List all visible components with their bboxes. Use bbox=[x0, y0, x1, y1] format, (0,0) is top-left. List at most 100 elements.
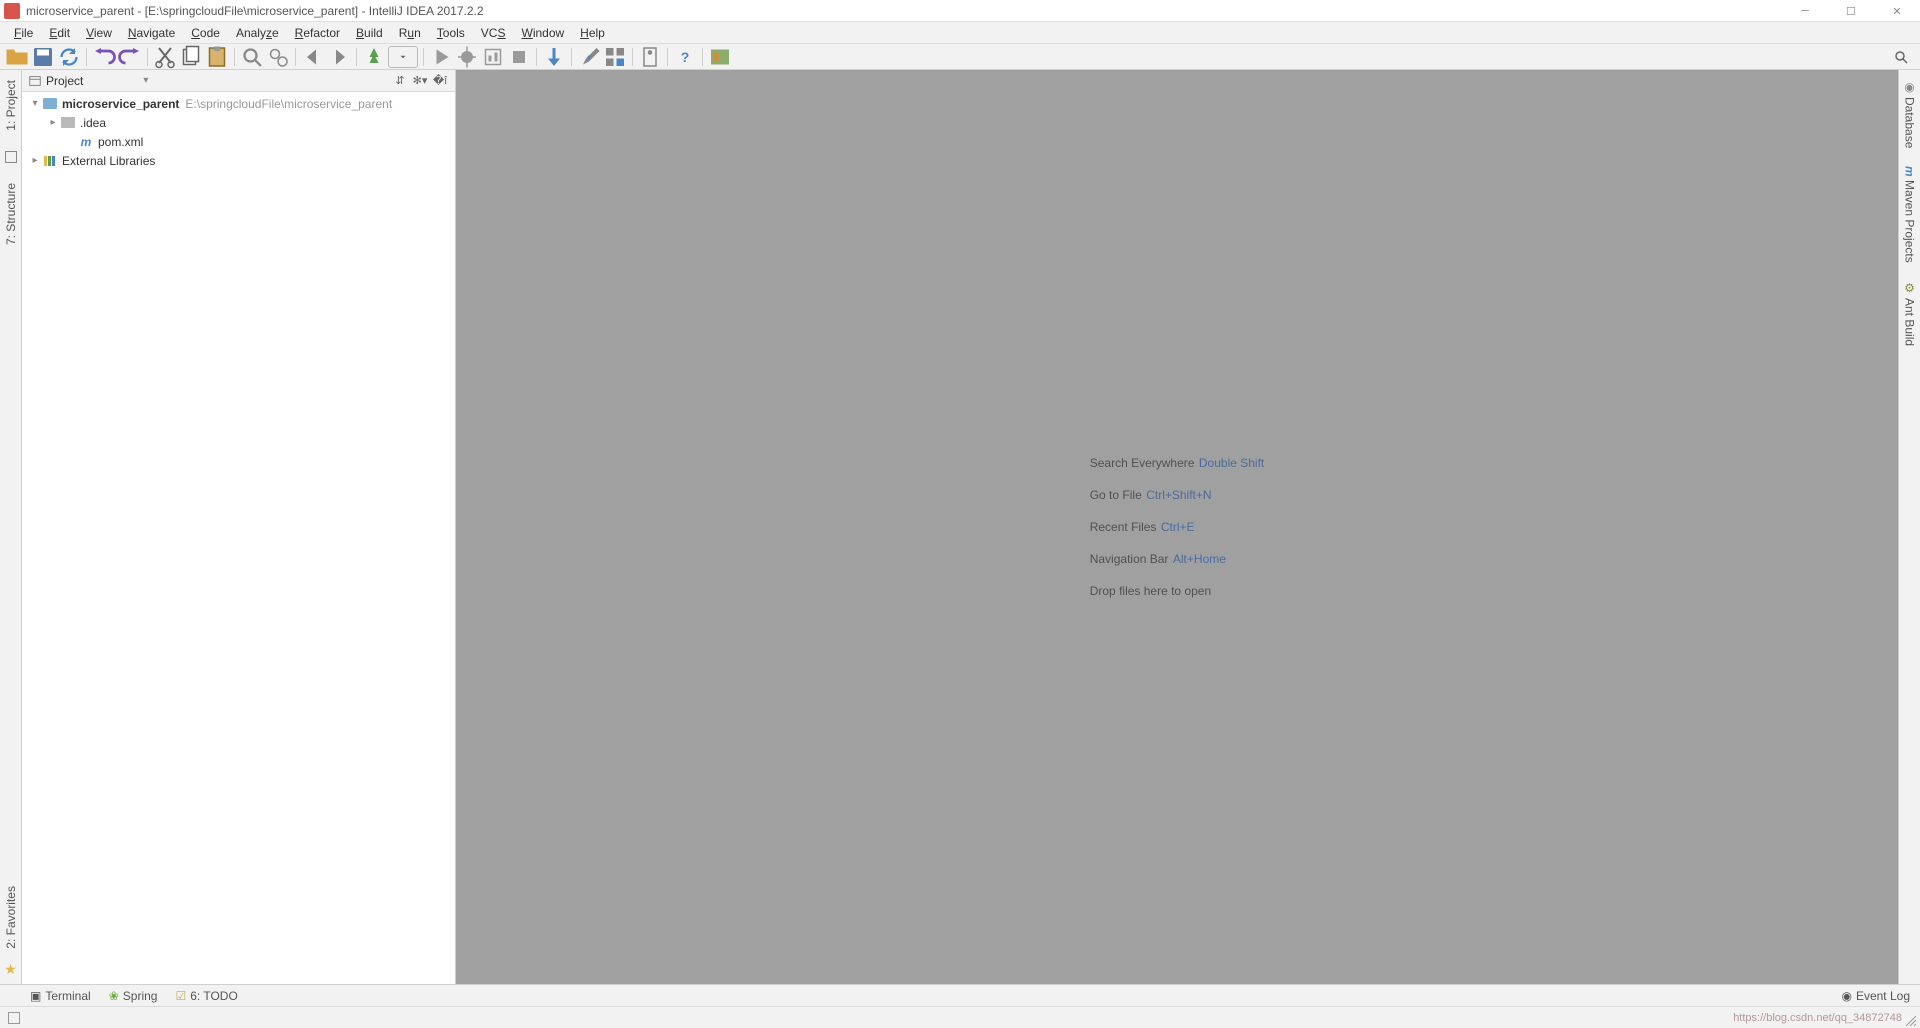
hint-recent-files: Recent Files Ctrl+E bbox=[1090, 518, 1265, 536]
tab-terminal[interactable]: ▣Terminal bbox=[30, 989, 91, 1003]
event-log-icon: ◉ bbox=[1841, 989, 1851, 1003]
left-tool-gutter: 1: Project 7: Structure 2: Favorites ★ bbox=[0, 70, 22, 984]
menu-vcs[interactable]: VCS bbox=[473, 24, 514, 42]
find-icon[interactable] bbox=[240, 46, 264, 68]
menu-edit[interactable]: Edit bbox=[41, 24, 78, 42]
node-label: External Libraries bbox=[62, 154, 155, 168]
tab-database[interactable]: ◉Database bbox=[1901, 74, 1919, 154]
tab-ant[interactable]: ⚙Ant Build bbox=[1901, 275, 1919, 352]
tab-todo[interactable]: ☑6: TODO bbox=[175, 989, 237, 1003]
tree-node-pom[interactable]: m pom.xml bbox=[22, 132, 455, 151]
menu-build[interactable]: Build bbox=[348, 24, 391, 42]
tree-external-libs[interactable]: ▸ External Libraries bbox=[22, 151, 455, 170]
save-icon[interactable] bbox=[31, 46, 55, 68]
back-icon[interactable] bbox=[301, 46, 325, 68]
help-icon[interactable]: ? bbox=[673, 46, 697, 68]
settings-icon[interactable] bbox=[577, 46, 601, 68]
menu-tools[interactable]: Tools bbox=[429, 24, 473, 42]
tab-favorites[interactable]: 2: Favorites bbox=[2, 880, 20, 955]
node-label: .idea bbox=[80, 116, 106, 130]
menu-run[interactable]: Run bbox=[391, 24, 429, 42]
view-mode-dropdown[interactable]: ▾ bbox=[143, 75, 148, 86]
menu-help[interactable]: Help bbox=[572, 24, 613, 42]
project-view-icon bbox=[28, 74, 42, 88]
close-button[interactable]: ✕ bbox=[1874, 0, 1920, 22]
editor-empty-area[interactable]: Search Everywhere Double Shift Go to Fil… bbox=[456, 70, 1898, 984]
menubar: File Edit View Navigate Code Analyze Ref… bbox=[0, 22, 1920, 44]
search-everywhere-icon[interactable] bbox=[1889, 46, 1913, 68]
run-icon[interactable] bbox=[429, 46, 453, 68]
root-name: microservice_parent bbox=[62, 97, 179, 111]
menu-navigate[interactable]: Navigate bbox=[120, 24, 183, 42]
module-icon bbox=[42, 97, 58, 111]
menu-view[interactable]: View bbox=[78, 24, 120, 42]
paste-icon[interactable] bbox=[205, 46, 229, 68]
maven-file-icon: m bbox=[78, 135, 94, 149]
hint-navigation-bar: Navigation Bar Alt+Home bbox=[1090, 550, 1265, 568]
resize-grip-icon[interactable] bbox=[1906, 1016, 1916, 1026]
welcome-hints: Search Everywhere Double Shift Go to Fil… bbox=[1090, 440, 1265, 614]
window-titlebar: microservice_parent - [E:\springcloudFil… bbox=[0, 0, 1920, 22]
vcs-update-icon[interactable] bbox=[542, 46, 566, 68]
project-tree[interactable]: ▾ microservice_parent E:\springcloudFile… bbox=[22, 92, 455, 172]
hint-drop-files: Drop files here to open bbox=[1090, 582, 1265, 600]
scroll-from-source-icon[interactable]: ⇵ bbox=[391, 72, 409, 90]
debug-icon[interactable] bbox=[455, 46, 479, 68]
star-icon: ★ bbox=[4, 961, 17, 978]
menu-code[interactable]: Code bbox=[183, 24, 228, 42]
window-title: microservice_parent - [E:\springcloudFil… bbox=[26, 4, 484, 18]
run-config-dropdown[interactable] bbox=[388, 46, 418, 68]
tab-project[interactable]: 1: Project bbox=[2, 74, 20, 137]
menu-file[interactable]: File bbox=[6, 24, 41, 42]
main-toolbar: ? bbox=[0, 44, 1920, 70]
libraries-icon bbox=[42, 154, 58, 168]
tab-spring[interactable]: ❀Spring bbox=[109, 989, 158, 1003]
cut-icon[interactable] bbox=[153, 46, 177, 68]
project-panel-header: Project ▾ ⇵ ✻▾ �î bbox=[22, 70, 455, 92]
root-path: E:\springcloudFile\microservice_parent bbox=[185, 97, 392, 111]
menu-window[interactable]: Window bbox=[513, 24, 572, 42]
stop-icon[interactable] bbox=[507, 46, 531, 68]
open-icon[interactable] bbox=[5, 46, 29, 68]
tab-structure[interactable]: 7: Structure bbox=[2, 177, 20, 251]
coverage-icon[interactable] bbox=[481, 46, 505, 68]
undo-icon[interactable] bbox=[92, 46, 116, 68]
jrebel-icon[interactable] bbox=[708, 46, 732, 68]
project-structure-icon[interactable] bbox=[603, 46, 627, 68]
replace-icon[interactable] bbox=[266, 46, 290, 68]
bottom-tool-window-bar: ▣Terminal ❀Spring ☑6: TODO ◉ Event Log bbox=[0, 984, 1920, 1006]
tree-node-idea[interactable]: ▸ .idea bbox=[22, 113, 455, 132]
project-tool-window: Project ▾ ⇵ ✻▾ �î ▾ microservice_parent … bbox=[22, 70, 456, 984]
sync-icon[interactable] bbox=[57, 46, 81, 68]
window-controls: ─ ☐ ✕ bbox=[1782, 0, 1920, 22]
todo-icon: ☑ bbox=[175, 989, 186, 1003]
event-log-button[interactable]: ◉ Event Log bbox=[1841, 989, 1910, 1003]
forward-icon[interactable] bbox=[327, 46, 351, 68]
chevron-right-icon[interactable]: ▸ bbox=[46, 117, 60, 128]
copy-icon[interactable] bbox=[179, 46, 203, 68]
status-bar: https://blog.csdn.net/qq_34872748 bbox=[0, 1006, 1920, 1028]
redo-icon[interactable] bbox=[118, 46, 142, 68]
folder-icon bbox=[60, 116, 76, 130]
app-icon bbox=[4, 3, 20, 19]
node-label: pom.xml bbox=[98, 135, 143, 149]
right-tool-gutter: ◉Database mMaven Projects ⚙Ant Build bbox=[1898, 70, 1920, 984]
gear-icon[interactable]: ✻▾ bbox=[411, 72, 429, 90]
project-collapse-icon[interactable] bbox=[5, 151, 17, 163]
chevron-down-icon[interactable]: ▾ bbox=[28, 98, 42, 109]
build-icon[interactable] bbox=[362, 46, 386, 68]
menu-refactor[interactable]: Refactor bbox=[287, 24, 348, 42]
tool-windows-toggle-icon[interactable] bbox=[8, 1012, 20, 1024]
sdk-icon[interactable] bbox=[638, 46, 662, 68]
hide-icon[interactable]: �î bbox=[431, 72, 449, 90]
terminal-icon: ▣ bbox=[30, 989, 41, 1003]
maximize-button[interactable]: ☐ bbox=[1828, 0, 1874, 22]
hint-search-everywhere: Search Everywhere Double Shift bbox=[1090, 454, 1265, 472]
menu-analyze[interactable]: Analyze bbox=[228, 24, 287, 42]
tab-maven[interactable]: mMaven Projects bbox=[1901, 160, 1919, 268]
chevron-right-icon[interactable]: ▸ bbox=[28, 155, 42, 166]
project-panel-title: Project bbox=[46, 74, 83, 88]
tree-root[interactable]: ▾ microservice_parent E:\springcloudFile… bbox=[22, 94, 455, 113]
minimize-button[interactable]: ─ bbox=[1782, 0, 1828, 22]
hint-go-to-file: Go to File Ctrl+Shift+N bbox=[1090, 486, 1265, 504]
